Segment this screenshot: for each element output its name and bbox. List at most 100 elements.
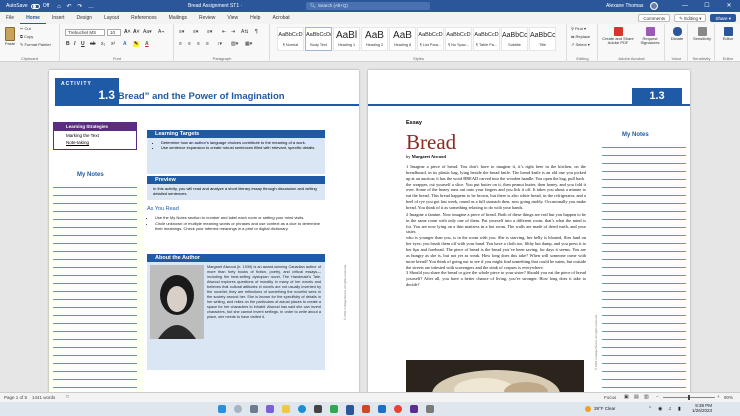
minimize-button[interactable]: — [674, 0, 696, 12]
search-box[interactable]: 🔍︎ Search (Alt+Q) [306, 2, 430, 10]
cut-button[interactable]: ✂ Cut [20, 26, 31, 31]
change-case-button[interactable]: Aa▾ [143, 29, 152, 35]
web-layout-icon[interactable]: ▥ [644, 394, 649, 400]
italic-button[interactable]: I [74, 41, 75, 47]
windows-start-icon[interactable] [218, 405, 226, 413]
quick-access-toolbar[interactable]: ⌂ ↶ ↷ … [57, 3, 96, 10]
increase-indent-button[interactable]: ⇥ [231, 29, 235, 35]
tab-design[interactable]: Design [70, 12, 98, 24]
search-icon[interactable] [234, 405, 242, 413]
font-name-select[interactable]: Trebuchet MS [65, 29, 105, 36]
share-button[interactable]: Share ▾ [710, 14, 736, 22]
sensitivity-button[interactable]: Sensitivity [690, 27, 714, 41]
subscript-button[interactable]: x₂ [101, 41, 105, 47]
weather-icon[interactable] [585, 406, 591, 412]
editing-mode-button[interactable]: ✎ Editing ▾ [674, 14, 707, 22]
tab-layout[interactable]: Layout [98, 12, 125, 24]
tab-home[interactable]: Home [20, 12, 46, 24]
shading-button[interactable]: ▧▾ [231, 41, 238, 47]
weather-text[interactable]: 39°F Clear [594, 406, 616, 411]
superscript-button[interactable]: x² [111, 41, 115, 47]
tab-review[interactable]: Review [193, 12, 221, 24]
user-name[interactable]: Alexane Thomas [606, 3, 643, 9]
style-list-paragraph[interactable]: AaBbCcD ¶ List Para... [417, 27, 444, 51]
task-view-icon[interactable] [250, 405, 258, 413]
align-center-button[interactable]: ≡ [188, 41, 191, 47]
edge-browser-icon[interactable] [298, 405, 306, 413]
tab-view[interactable]: View [221, 12, 244, 24]
zoom-out-button[interactable]: − [656, 394, 659, 399]
font-color-button[interactable]: A [145, 41, 149, 47]
style-heading-2[interactable]: AaB Heading 2 [361, 27, 388, 51]
style-table-paragraph[interactable]: AaBbCcD ¶ Table Pa... [473, 27, 500, 51]
dictate-button[interactable]: Dictate [667, 27, 687, 41]
settings-icon[interactable] [426, 405, 434, 413]
print-layout-icon[interactable]: ▤ [634, 394, 639, 400]
avatar[interactable] [650, 2, 658, 10]
bullets-button[interactable]: ≡▾ [179, 29, 184, 35]
borders-button[interactable]: ▦▾ [245, 41, 252, 47]
paste-button[interactable]: Paste [3, 27, 17, 46]
create-pdf-button[interactable]: Create and Share Adobe PDF [601, 27, 635, 46]
comments-button[interactable]: Comments [638, 14, 671, 22]
numbering-button[interactable]: ≡▾ [193, 29, 198, 35]
zoom-slider-thumb[interactable] [688, 395, 690, 400]
bold-button[interactable]: B [66, 41, 70, 47]
system-tray-chevron-icon[interactable]: ⌃ [648, 406, 652, 412]
outlook-icon[interactable] [378, 405, 386, 413]
teams-chat-icon[interactable] [266, 405, 274, 413]
shrink-font-button[interactable]: A˅ [133, 29, 140, 35]
left-page[interactable]: ACTIVITY 1.3 “Bread” and the Power of Im… [49, 70, 359, 392]
style-subtitle[interactable]: AaBbCc Subtitle [501, 27, 528, 51]
tab-mailings[interactable]: Mailings [163, 12, 193, 24]
style-no-spacing[interactable]: AaBbCcD ¶ No Spac... [445, 27, 472, 51]
highlight-button[interactable]: ✎ [133, 41, 140, 47]
page-count[interactable]: Page 1 of 5 [4, 395, 27, 400]
battery-icon[interactable]: ▮ [678, 406, 681, 412]
language-icon[interactable]: □ [66, 394, 69, 399]
align-left-button[interactable]: ≡ [179, 41, 182, 47]
show-formatting-button[interactable]: ¶ [255, 29, 258, 35]
sort-button[interactable]: A⇅ [241, 29, 249, 35]
align-right-button[interactable]: ≡ [197, 41, 200, 47]
line-spacing-button[interactable]: ↕▾ [217, 41, 222, 47]
clock[interactable]: 9:38 PM 1/26/2023 [692, 403, 712, 414]
close-button[interactable]: ✕ [718, 0, 740, 12]
multilevel-list-button[interactable]: ≡▾ [207, 29, 212, 35]
document-title[interactable]: Bread Assignment ST1 · [188, 3, 242, 9]
text-effects-button[interactable]: A [123, 41, 127, 47]
tab-acrobat[interactable]: Acrobat [266, 12, 295, 24]
wifi-icon[interactable]: ◉ [658, 406, 662, 412]
copy-button[interactable]: ⧉ Copy [20, 34, 33, 39]
strikethrough-button[interactable]: ab [90, 41, 96, 47]
word-icon[interactable] [346, 405, 354, 413]
tab-file[interactable]: File [0, 12, 20, 24]
underline-button[interactable]: U [81, 41, 85, 47]
tab-references[interactable]: References [125, 12, 163, 24]
select-button[interactable]: ↗ Select ▾ [571, 42, 590, 47]
font-size-select[interactable]: 10 [107, 29, 121, 36]
replace-button[interactable]: ⇆ Replace [571, 34, 590, 39]
speaker-icon[interactable]: ♫ [668, 406, 672, 412]
grow-font-button[interactable]: A˄ [124, 29, 131, 35]
read-mode-icon[interactable]: ▣ [624, 394, 629, 400]
style-heading-8[interactable]: AaB Heading 8 [389, 27, 416, 51]
decrease-indent-button[interactable]: ⇤ [222, 29, 226, 35]
request-signatures-button[interactable]: Request Signatures [637, 27, 663, 46]
editor-button[interactable]: Editor [717, 27, 739, 41]
store-icon[interactable] [314, 405, 322, 413]
right-page[interactable]: 1.3 Essay Bread by Margaret Atwood 1 Ima… [368, 70, 690, 392]
style-normal[interactable]: AaBbCcD ¶ Normal [277, 27, 304, 51]
autosave-toggle[interactable]: AutoSave Off [6, 3, 49, 9]
focus-button[interactable]: Focus [604, 395, 616, 400]
document-workspace[interactable]: ACTIVITY 1.3 “Bread” and the Power of Im… [0, 62, 740, 392]
tab-help[interactable]: Help [244, 12, 266, 24]
tab-insert[interactable]: Insert [46, 12, 71, 24]
style-body-text[interactable]: AaBbCcDd Body Text [305, 27, 332, 51]
find-button[interactable]: ⚲ Find ▾ [571, 26, 586, 31]
clear-format-button[interactable]: A¬ [158, 29, 164, 35]
zoom-level[interactable]: 90% [724, 395, 733, 400]
onenote-icon[interactable] [410, 405, 418, 413]
maximize-button[interactable]: ☐ [696, 0, 718, 12]
chrome-icon[interactable] [394, 405, 402, 413]
